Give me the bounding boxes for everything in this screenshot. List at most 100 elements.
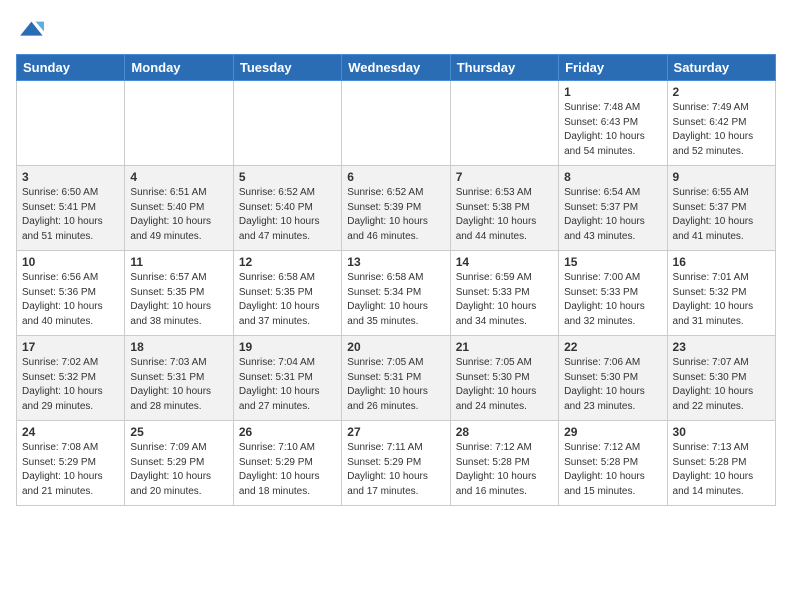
day-number: 14 — [456, 255, 553, 269]
day-info: Sunrise: 6:51 AM Sunset: 5:40 PM Dayligh… — [130, 186, 227, 244]
calendar-day-12: 12 Sunrise: 6:58 AM Sunset: 5:35 PM Dayli… — [233, 251, 341, 336]
calendar-header-monday: Monday — [125, 55, 233, 81]
calendar-day-29: 29Sunrise: 7:12 AM Sunset: 5:28 PM Dayli… — [559, 421, 667, 506]
calendar-header-tuesday: Tuesday — [233, 55, 341, 81]
calendar-header-wednesday: Wednesday — [342, 55, 450, 81]
calendar-day-17: 17 Sunrise: 7:02 AM Sunset: 5:32 PM Dayli… — [17, 336, 125, 421]
day-number: 12 — [239, 255, 336, 269]
calendar-week-3: 10 Sunrise: 6:56 AM Sunset: 5:36 PM Dayli… — [17, 251, 776, 336]
day-number: 10 — [22, 255, 119, 269]
day-number: 1 — [564, 85, 661, 99]
calendar-day-23: 23 Sunrise: 7:07 AM Sunset: 5:30 PM Dayli… — [667, 336, 775, 421]
day-info: Sunrise: 7:12 AM Sunset: 5:28 PM Dayligh… — [456, 441, 553, 499]
logo-icon — [16, 16, 44, 44]
day-number: 27 — [347, 425, 444, 439]
logo — [16, 16, 48, 44]
day-number: 11 — [130, 255, 227, 269]
calendar-day-28: 28 Sunrise: 7:12 AM Sunset: 5:28 PM Dayli… — [450, 421, 558, 506]
day-info: Sunrise: 7:02 AM Sunset: 5:32 PM Dayligh… — [22, 356, 119, 414]
calendar-header-thursday: Thursday — [450, 55, 558, 81]
day-number: 5 — [239, 170, 336, 184]
day-info: Sunrise: 7:11 AM Sunset: 5:29 PM Dayligh… — [347, 441, 444, 499]
calendar-day-24: 24 Sunrise: 7:08 AM Sunset: 5:29 PM Dayli… — [17, 421, 125, 506]
day-info: Sunrise: 7:07 AM Sunset: 5:30 PM Dayligh… — [673, 356, 770, 414]
empty-cell — [342, 81, 450, 166]
calendar-day-7: 7Sunrise: 6:53 AM Sunset: 5:38 PM Daylig… — [450, 166, 558, 251]
day-info: Sunrise: 7:01 AM Sunset: 5:32 PM Dayligh… — [673, 271, 770, 329]
calendar-day-30: 30Sunrise: 7:13 AM Sunset: 5:28 PM Dayli… — [667, 421, 775, 506]
calendar-day-11: 11 Sunrise: 6:57 AM Sunset: 5:35 PM Dayli… — [125, 251, 233, 336]
day-number: 6 — [347, 170, 444, 184]
calendar-day-22: 22Sunrise: 7:06 AM Sunset: 5:30 PM Dayli… — [559, 336, 667, 421]
day-number: 30 — [673, 425, 770, 439]
day-info: Sunrise: 7:48 AM Sunset: 6:43 PM Dayligh… — [564, 101, 661, 159]
day-info: Sunrise: 6:53 AM Sunset: 5:38 PM Dayligh… — [456, 186, 553, 244]
day-number: 4 — [130, 170, 227, 184]
calendar-header-row: SundayMondayTuesdayWednesdayThursdayFrid… — [17, 55, 776, 81]
calendar-day-6: 6 Sunrise: 6:52 AM Sunset: 5:39 PM Daylig… — [342, 166, 450, 251]
day-number: 9 — [673, 170, 770, 184]
day-info: Sunrise: 6:56 AM Sunset: 5:36 PM Dayligh… — [22, 271, 119, 329]
calendar-day-10: 10 Sunrise: 6:56 AM Sunset: 5:36 PM Dayli… — [17, 251, 125, 336]
day-number: 28 — [456, 425, 553, 439]
day-info: Sunrise: 7:05 AM Sunset: 5:30 PM Dayligh… — [456, 356, 553, 414]
day-info: Sunrise: 7:06 AM Sunset: 5:30 PM Dayligh… — [564, 356, 661, 414]
day-number: 16 — [673, 255, 770, 269]
page: SundayMondayTuesdayWednesdayThursdayFrid… — [0, 0, 792, 612]
day-number: 19 — [239, 340, 336, 354]
calendar-day-26: 26 Sunrise: 7:10 AM Sunset: 5:29 PM Dayli… — [233, 421, 341, 506]
calendar-day-18: 18Sunrise: 7:03 AM Sunset: 5:31 PM Dayli… — [125, 336, 233, 421]
calendar-day-16: 16 Sunrise: 7:01 AM Sunset: 5:32 PM Dayli… — [667, 251, 775, 336]
calendar-day-13: 13 Sunrise: 6:58 AM Sunset: 5:34 PM Dayli… — [342, 251, 450, 336]
day-info: Sunrise: 7:12 AM Sunset: 5:28 PM Dayligh… — [564, 441, 661, 499]
day-number: 15 — [564, 255, 661, 269]
day-info: Sunrise: 6:52 AM Sunset: 5:40 PM Dayligh… — [239, 186, 336, 244]
calendar-week-1: 1 Sunrise: 7:48 AM Sunset: 6:43 PM Daylig… — [17, 81, 776, 166]
day-info: Sunrise: 6:59 AM Sunset: 5:33 PM Dayligh… — [456, 271, 553, 329]
calendar-day-4: 4 Sunrise: 6:51 AM Sunset: 5:40 PM Daylig… — [125, 166, 233, 251]
calendar-day-3: 3Sunrise: 6:50 AM Sunset: 5:41 PM Daylig… — [17, 166, 125, 251]
calendar-day-25: 25Sunrise: 7:09 AM Sunset: 5:29 PM Dayli… — [125, 421, 233, 506]
calendar-header-saturday: Saturday — [667, 55, 775, 81]
calendar-day-27: 27 Sunrise: 7:11 AM Sunset: 5:29 PM Dayli… — [342, 421, 450, 506]
day-info: Sunrise: 6:54 AM Sunset: 5:37 PM Dayligh… — [564, 186, 661, 244]
day-info: Sunrise: 7:08 AM Sunset: 5:29 PM Dayligh… — [22, 441, 119, 499]
day-number: 17 — [22, 340, 119, 354]
day-number: 21 — [456, 340, 553, 354]
calendar-day-1: 1 Sunrise: 7:48 AM Sunset: 6:43 PM Daylig… — [559, 81, 667, 166]
empty-cell — [233, 81, 341, 166]
calendar-day-21: 21 Sunrise: 7:05 AM Sunset: 5:30 PM Dayli… — [450, 336, 558, 421]
calendar-week-5: 24 Sunrise: 7:08 AM Sunset: 5:29 PM Dayli… — [17, 421, 776, 506]
calendar-day-2: 2Sunrise: 7:49 AM Sunset: 6:42 PM Daylig… — [667, 81, 775, 166]
day-number: 25 — [130, 425, 227, 439]
day-number: 3 — [22, 170, 119, 184]
day-info: Sunrise: 7:03 AM Sunset: 5:31 PM Dayligh… — [130, 356, 227, 414]
day-info: Sunrise: 7:05 AM Sunset: 5:31 PM Dayligh… — [347, 356, 444, 414]
day-info: Sunrise: 7:00 AM Sunset: 5:33 PM Dayligh… — [564, 271, 661, 329]
day-number: 24 — [22, 425, 119, 439]
day-info: Sunrise: 6:58 AM Sunset: 5:34 PM Dayligh… — [347, 271, 444, 329]
calendar-day-9: 9 Sunrise: 6:55 AM Sunset: 5:37 PM Daylig… — [667, 166, 775, 251]
calendar-header-sunday: Sunday — [17, 55, 125, 81]
calendar-day-15: 15 Sunrise: 7:00 AM Sunset: 5:33 PM Dayli… — [559, 251, 667, 336]
day-number: 26 — [239, 425, 336, 439]
day-info: Sunrise: 6:57 AM Sunset: 5:35 PM Dayligh… — [130, 271, 227, 329]
calendar-day-20: 20 Sunrise: 7:05 AM Sunset: 5:31 PM Dayli… — [342, 336, 450, 421]
calendar-day-14: 14 Sunrise: 6:59 AM Sunset: 5:33 PM Dayli… — [450, 251, 558, 336]
day-info: Sunrise: 7:10 AM Sunset: 5:29 PM Dayligh… — [239, 441, 336, 499]
day-info: Sunrise: 6:58 AM Sunset: 5:35 PM Dayligh… — [239, 271, 336, 329]
day-number: 13 — [347, 255, 444, 269]
calendar-header-friday: Friday — [559, 55, 667, 81]
calendar-day-5: 5 Sunrise: 6:52 AM Sunset: 5:40 PM Daylig… — [233, 166, 341, 251]
header — [16, 16, 776, 44]
empty-cell — [125, 81, 233, 166]
day-number: 23 — [673, 340, 770, 354]
day-number: 2 — [673, 85, 770, 99]
calendar-table: SundayMondayTuesdayWednesdayThursdayFrid… — [16, 54, 776, 506]
day-info: Sunrise: 6:52 AM Sunset: 5:39 PM Dayligh… — [347, 186, 444, 244]
calendar-week-2: 3Sunrise: 6:50 AM Sunset: 5:41 PM Daylig… — [17, 166, 776, 251]
empty-cell — [17, 81, 125, 166]
calendar-day-8: 8Sunrise: 6:54 AM Sunset: 5:37 PM Daylig… — [559, 166, 667, 251]
day-number: 20 — [347, 340, 444, 354]
day-info: Sunrise: 6:55 AM Sunset: 5:37 PM Dayligh… — [673, 186, 770, 244]
